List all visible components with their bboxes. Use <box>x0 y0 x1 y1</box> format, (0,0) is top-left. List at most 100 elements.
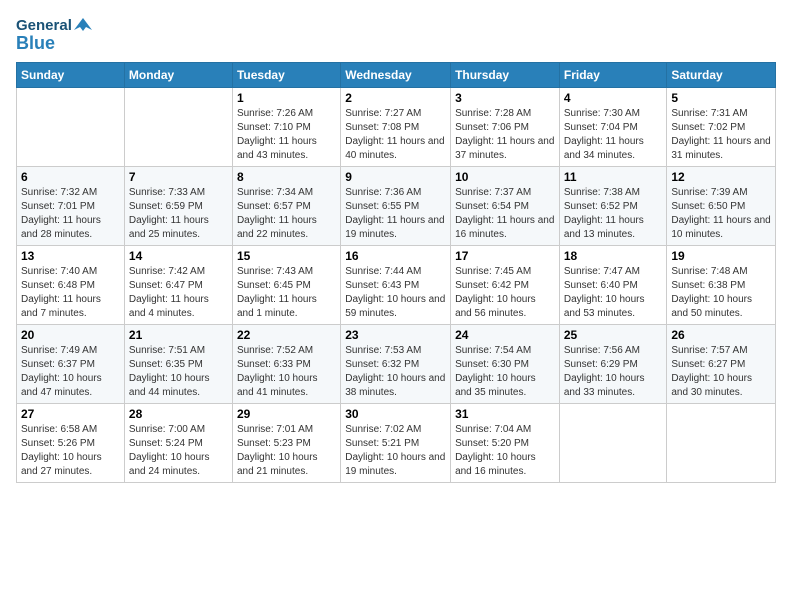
day-number: 9 <box>345 170 446 184</box>
calendar-cell: 18 Sunrise: 7:47 AM Sunset: 6:40 PM Dayli… <box>559 246 667 325</box>
day-number: 15 <box>237 249 336 263</box>
weekday-header: Wednesday <box>341 63 451 88</box>
logo: General Blue <box>16 16 92 52</box>
calendar-cell: 11Sunrise: 7:38 AM Sunset: 6:52 PM Dayli… <box>559 167 667 246</box>
day-info: Sunrise: 7:02 AM Sunset: 5:21 PM Dayligh… <box>345 423 446 479</box>
day-info: Sunrise: 7:42 AM Sunset: 6:47 PM Dayligh… <box>129 265 228 321</box>
calendar-cell: 16 Sunrise: 7:44 AM Sunset: 6:43 PM Dayli… <box>341 246 451 325</box>
weekday-header: Monday <box>124 63 232 88</box>
day-info: Sunrise: 7:31 AM Sunset: 7:02 PM Dayligh… <box>671 107 771 163</box>
day-info: Sunrise: 7:56 AM Sunset: 6:29 PM Dayligh… <box>564 344 663 400</box>
day-number: 25 <box>564 328 663 342</box>
day-number: 26 <box>671 328 771 342</box>
day-info: Sunrise: 7:54 AM Sunset: 6:30 PM Dayligh… <box>455 344 555 400</box>
day-number: 8 <box>237 170 336 184</box>
day-info: Sunrise: 7:36 AM Sunset: 6:55 PM Dayligh… <box>345 186 446 242</box>
day-info: Sunrise: 7:49 AM Sunset: 6:37 PM Dayligh… <box>21 344 120 400</box>
day-info: Sunrise: 7:44 AM Sunset: 6:43 PM Dayligh… <box>345 265 446 321</box>
calendar-cell: 10 Sunrise: 7:37 AM Sunset: 6:54 PM Dayli… <box>451 167 560 246</box>
day-info: Sunrise: 7:04 AM Sunset: 5:20 PM Dayligh… <box>455 423 555 479</box>
day-number: 17 <box>455 249 555 263</box>
page: General Blue SundayMondayTuesdayWednesda… <box>0 0 792 612</box>
calendar-cell: 7 Sunrise: 7:33 AM Sunset: 6:59 PM Daylig… <box>124 167 232 246</box>
weekday-header: Sunday <box>17 63 125 88</box>
calendar-week-row: 27 Sunrise: 6:58 AM Sunset: 5:26 PM Dayli… <box>17 404 776 483</box>
calendar-week-row: 13 Sunrise: 7:40 AM Sunset: 6:48 PM Dayli… <box>17 246 776 325</box>
day-info: Sunrise: 7:27 AM Sunset: 7:08 PM Dayligh… <box>345 107 446 163</box>
calendar-cell: 8Sunrise: 7:34 AM Sunset: 6:57 PM Daylig… <box>232 167 340 246</box>
day-info: Sunrise: 6:58 AM Sunset: 5:26 PM Dayligh… <box>21 423 120 479</box>
calendar-cell: 21 Sunrise: 7:51 AM Sunset: 6:35 PM Dayli… <box>124 325 232 404</box>
day-number: 21 <box>129 328 228 342</box>
day-number: 31 <box>455 407 555 421</box>
day-number: 1 <box>237 91 336 105</box>
day-number: 5 <box>671 91 771 105</box>
header: General Blue <box>16 16 776 52</box>
calendar-cell: 27 Sunrise: 6:58 AM Sunset: 5:26 PM Dayli… <box>17 404 125 483</box>
calendar-week-row: 6Sunrise: 7:32 AM Sunset: 7:01 PM Daylig… <box>17 167 776 246</box>
weekday-header: Saturday <box>667 63 776 88</box>
day-number: 13 <box>21 249 120 263</box>
calendar-table: SundayMondayTuesdayWednesdayThursdayFrid… <box>16 62 776 483</box>
calendar-cell <box>124 88 232 167</box>
weekday-header: Thursday <box>451 63 560 88</box>
logo-general: General <box>16 18 72 33</box>
day-info: Sunrise: 7:45 AM Sunset: 6:42 PM Dayligh… <box>455 265 555 321</box>
day-info: Sunrise: 7:57 AM Sunset: 6:27 PM Dayligh… <box>671 344 771 400</box>
calendar-cell <box>559 404 667 483</box>
day-number: 7 <box>129 170 228 184</box>
day-info: Sunrise: 7:00 AM Sunset: 5:24 PM Dayligh… <box>129 423 228 479</box>
calendar-cell: 17 Sunrise: 7:45 AM Sunset: 6:42 PM Dayli… <box>451 246 560 325</box>
day-number: 19 <box>671 249 771 263</box>
calendar-cell <box>667 404 776 483</box>
day-info: Sunrise: 7:33 AM Sunset: 6:59 PM Dayligh… <box>129 186 228 242</box>
day-number: 10 <box>455 170 555 184</box>
calendar-cell: 5 Sunrise: 7:31 AM Sunset: 7:02 PM Daylig… <box>667 88 776 167</box>
calendar-cell: 1 Sunrise: 7:26 AM Sunset: 7:10 PM Daylig… <box>232 88 340 167</box>
weekday-header: Friday <box>559 63 667 88</box>
day-number: 27 <box>21 407 120 421</box>
calendar-week-row: 1 Sunrise: 7:26 AM Sunset: 7:10 PM Daylig… <box>17 88 776 167</box>
day-info: Sunrise: 7:39 AM Sunset: 6:50 PM Dayligh… <box>671 186 771 242</box>
calendar-cell: 24 Sunrise: 7:54 AM Sunset: 6:30 PM Dayli… <box>451 325 560 404</box>
calendar-cell: 12 Sunrise: 7:39 AM Sunset: 6:50 PM Dayli… <box>667 167 776 246</box>
day-info: Sunrise: 7:40 AM Sunset: 6:48 PM Dayligh… <box>21 265 120 321</box>
day-info: Sunrise: 7:37 AM Sunset: 6:54 PM Dayligh… <box>455 186 555 242</box>
day-number: 4 <box>564 91 663 105</box>
day-number: 29 <box>237 407 336 421</box>
calendar-cell: 9 Sunrise: 7:36 AM Sunset: 6:55 PM Daylig… <box>341 167 451 246</box>
day-info: Sunrise: 7:26 AM Sunset: 7:10 PM Dayligh… <box>237 107 336 163</box>
calendar-cell: 26 Sunrise: 7:57 AM Sunset: 6:27 PM Dayli… <box>667 325 776 404</box>
day-info: Sunrise: 7:51 AM Sunset: 6:35 PM Dayligh… <box>129 344 228 400</box>
weekday-header: Tuesday <box>232 63 340 88</box>
day-info: Sunrise: 7:48 AM Sunset: 6:38 PM Dayligh… <box>671 265 771 321</box>
calendar-cell: 4 Sunrise: 7:30 AM Sunset: 7:04 PM Daylig… <box>559 88 667 167</box>
day-number: 28 <box>129 407 228 421</box>
calendar-cell: 6Sunrise: 7:32 AM Sunset: 7:01 PM Daylig… <box>17 167 125 246</box>
calendar-cell: 31 Sunrise: 7:04 AM Sunset: 5:20 PM Dayli… <box>451 404 560 483</box>
day-number: 30 <box>345 407 446 421</box>
day-number: 22 <box>237 328 336 342</box>
day-number: 11 <box>564 170 663 184</box>
day-number: 24 <box>455 328 555 342</box>
day-info: Sunrise: 7:30 AM Sunset: 7:04 PM Dayligh… <box>564 107 663 163</box>
logo-blue: Blue <box>16 34 92 52</box>
day-info: Sunrise: 7:32 AM Sunset: 7:01 PM Dayligh… <box>21 186 120 242</box>
day-number: 18 <box>564 249 663 263</box>
calendar-week-row: 20Sunrise: 7:49 AM Sunset: 6:37 PM Dayli… <box>17 325 776 404</box>
logo-bird-icon <box>74 16 92 34</box>
calendar-cell: 30 Sunrise: 7:02 AM Sunset: 5:21 PM Dayli… <box>341 404 451 483</box>
calendar-header-row: SundayMondayTuesdayWednesdayThursdayFrid… <box>17 63 776 88</box>
day-number: 23 <box>345 328 446 342</box>
calendar-cell: 2Sunrise: 7:27 AM Sunset: 7:08 PM Daylig… <box>341 88 451 167</box>
calendar-cell: 25 Sunrise: 7:56 AM Sunset: 6:29 PM Dayli… <box>559 325 667 404</box>
day-number: 14 <box>129 249 228 263</box>
calendar-cell: 22 Sunrise: 7:52 AM Sunset: 6:33 PM Dayli… <box>232 325 340 404</box>
calendar-cell: 19 Sunrise: 7:48 AM Sunset: 6:38 PM Dayli… <box>667 246 776 325</box>
day-info: Sunrise: 7:52 AM Sunset: 6:33 PM Dayligh… <box>237 344 336 400</box>
day-number: 12 <box>671 170 771 184</box>
day-info: Sunrise: 7:28 AM Sunset: 7:06 PM Dayligh… <box>455 107 555 163</box>
calendar-cell: 3Sunrise: 7:28 AM Sunset: 7:06 PM Daylig… <box>451 88 560 167</box>
day-info: Sunrise: 7:47 AM Sunset: 6:40 PM Dayligh… <box>564 265 663 321</box>
day-number: 16 <box>345 249 446 263</box>
